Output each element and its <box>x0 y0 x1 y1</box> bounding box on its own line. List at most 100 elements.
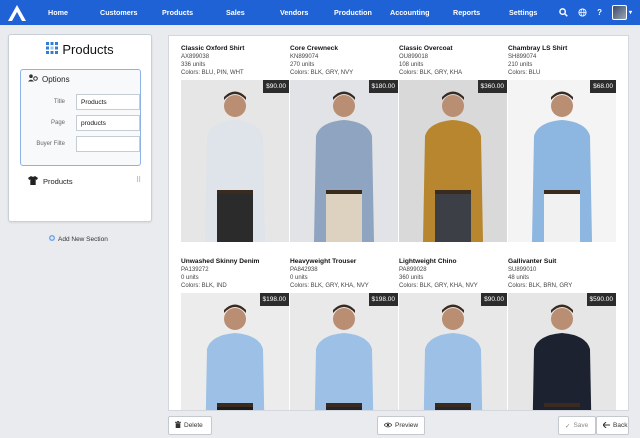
section-label: Products <box>43 176 73 186</box>
model-figure <box>181 293 289 410</box>
product-image[interactable]: $180.00 <box>290 80 398 242</box>
delete-button[interactable]: Delete <box>168 416 212 435</box>
product-card[interactable]: Gallivanter Suit SU899010 48 units Colors: … <box>508 258 617 410</box>
check-icon: ✓ <box>565 422 571 430</box>
price-badge: $590.00 <box>586 293 616 306</box>
model-figure <box>508 293 616 410</box>
nav-sales[interactable]: Sales <box>226 0 280 25</box>
search-icon[interactable] <box>559 8 568 17</box>
options-header[interactable]: Options <box>21 70 140 88</box>
price-badge: $90.00 <box>263 80 289 93</box>
options-label: Options <box>42 74 70 84</box>
plus-icon <box>49 235 55 243</box>
product-name[interactable]: Unwashed Skinny Denim <box>181 258 290 266</box>
save-button[interactable]: ✓ Save <box>558 416 596 435</box>
buyer-filter-field[interactable] <box>76 136 140 152</box>
nav-products[interactable]: Products <box>162 0 226 25</box>
product-card[interactable]: Core Crewneck KN899074 270 units Colors: BL… <box>290 45 399 242</box>
product-sku: PA842938 <box>290 267 318 273</box>
help-icon[interactable]: ? <box>597 8 602 17</box>
product-image[interactable]: $198.00 <box>181 293 289 410</box>
product-name[interactable]: Heavyweight Trouser <box>290 258 399 266</box>
back-button[interactable]: Back <box>596 416 629 435</box>
product-colors: Colors: BLK, GRY, KHA <box>399 70 463 76</box>
product-units: 210 units <box>508 62 533 68</box>
price-badge: $198.00 <box>368 293 398 306</box>
model-figure <box>399 80 507 242</box>
add-section-label: Add New Section <box>58 235 108 243</box>
grid-icon <box>46 41 59 57</box>
chevron-down-icon: ▾ <box>628 10 632 16</box>
product-name[interactable]: Classic Overcoat <box>399 45 508 53</box>
product-colors: Colors: BLU <box>508 70 541 76</box>
avatar[interactable] <box>611 5 627 20</box>
model-figure <box>399 293 507 410</box>
product-card[interactable]: Heavyweight Trouser PA842938 0 units Colors… <box>290 258 399 410</box>
model-figure <box>508 80 616 242</box>
eye-icon <box>383 422 393 430</box>
product-sku: PA139272 <box>181 267 209 273</box>
price-badge: $90.00 <box>481 293 507 306</box>
nav-production[interactable]: Production <box>334 0 390 25</box>
product-card[interactable]: Chambray LS Shirt SH899074 210 units Colors… <box>508 45 617 242</box>
price-badge: $198.00 <box>259 293 289 306</box>
product-sku: KN899074 <box>290 54 319 60</box>
user-menu[interactable]: ▾ <box>611 5 632 20</box>
section-products[interactable]: Products <box>28 175 136 187</box>
product-name[interactable]: Core Crewneck <box>290 45 399 53</box>
product-units: 108 units <box>399 62 424 68</box>
product-card[interactable]: Unwashed Skinny Denim PA139272 0 units Colo… <box>181 258 290 410</box>
top-navbar: Home Customers Products Sales Vendors Pr… <box>0 0 640 25</box>
nav-customers[interactable]: Customers <box>100 0 162 25</box>
drag-handle-icon[interactable]: ⠿ <box>136 176 141 184</box>
nav-vendors[interactable]: Vendors <box>280 0 334 25</box>
product-sku: SU899010 <box>508 267 537 273</box>
product-units: 48 units <box>508 275 530 281</box>
price-badge: $68.00 <box>590 80 616 93</box>
options-box: Options Title Products Page products Buy… <box>20 69 141 166</box>
product-sku: PA899028 <box>399 267 427 273</box>
product-name[interactable]: Gallivanter Suit <box>508 258 617 266</box>
product-sku: OU899018 <box>399 54 429 60</box>
product-image[interactable]: $68.00 <box>508 80 616 242</box>
page-field[interactable]: products <box>76 115 140 131</box>
product-name[interactable]: Chambray LS Shirt <box>508 45 617 53</box>
price-badge: $180.00 <box>368 80 398 93</box>
users-cog-icon <box>28 74 38 84</box>
product-colors: Colors: BLU, PIN, WHT <box>181 70 244 76</box>
nav-home[interactable]: Home <box>48 0 100 25</box>
product-image[interactable]: $90.00 <box>181 80 289 242</box>
product-colors: Colors: BLK, IND <box>181 283 227 289</box>
add-section-button[interactable]: Add New Section <box>49 235 108 243</box>
product-card[interactable]: Lightweight Chino PA899028 360 units Colors… <box>399 258 508 410</box>
trash-icon <box>175 421 181 430</box>
product-image[interactable]: $360.00 <box>399 80 507 242</box>
tshirt-icon <box>28 175 38 187</box>
title-field[interactable]: Products <box>76 94 140 110</box>
product-name[interactable]: Lightweight Chino <box>399 258 508 266</box>
model-figure <box>290 293 398 410</box>
delete-label: Delete <box>184 422 203 429</box>
globe-icon[interactable] <box>578 8 587 17</box>
page-field-label: Page <box>50 120 65 126</box>
back-label: Back <box>613 422 628 429</box>
product-image[interactable]: $198.00 <box>290 293 398 410</box>
product-colors: Colors: BLK, GRY, NVY <box>290 70 354 76</box>
nav-reports[interactable]: Reports <box>453 0 509 25</box>
app-logo-icon[interactable] <box>0 0 34 25</box>
product-card[interactable]: Classic Overcoat OU899018 108 units Colors:… <box>399 45 508 242</box>
buyer-filter-row: Buyer Filte <box>21 136 141 152</box>
nav-accounting[interactable]: Accounting <box>390 0 453 25</box>
product-name[interactable]: Classic Oxford Shirt <box>181 45 290 53</box>
nav-settings[interactable]: Settings <box>509 0 549 25</box>
buyer-filter-label: Buyer Filte <box>36 141 65 147</box>
panel-header: Products <box>9 35 151 63</box>
page-field-row: Page products <box>21 115 141 131</box>
preview-label: Preview <box>395 422 419 429</box>
product-card[interactable]: Classic Oxford Shirt AX899038 336 units Col… <box>181 45 290 242</box>
product-image[interactable]: $590.00 <box>508 293 616 410</box>
product-image[interactable]: $90.00 <box>399 293 507 410</box>
preview-button[interactable]: Preview <box>377 416 425 435</box>
title-field-label: Title <box>53 99 65 105</box>
title-field-row: Title Products <box>21 94 141 110</box>
